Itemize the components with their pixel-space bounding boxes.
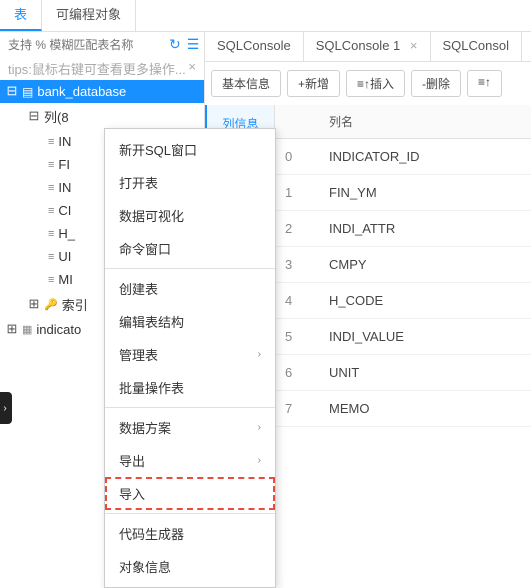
tree-index-label: 索引	[62, 295, 88, 314]
tips-close-icon[interactable]: ×	[188, 59, 196, 78]
menu-new-sql[interactable]: 新开SQL窗口	[105, 133, 275, 166]
td-colname: MEMO	[319, 391, 531, 426]
td-index: 2	[275, 211, 319, 246]
database-icon: ▤	[22, 85, 33, 99]
menu-create-table[interactable]: 创建表	[105, 272, 275, 305]
key-icon: 🔑	[44, 298, 58, 311]
menu-separator	[105, 407, 275, 408]
console-tab-label: SQLConsole 1	[316, 38, 401, 53]
menu-separator	[105, 268, 275, 269]
filter-icon[interactable]: ☰	[187, 36, 200, 53]
tree-col-label: IN	[58, 134, 71, 149]
console-tab[interactable]: SQLConsole	[205, 32, 304, 61]
td-index: 0	[275, 139, 319, 174]
chevron-right-icon: ›	[258, 349, 261, 360]
menu-object-info[interactable]: 对象信息	[105, 550, 275, 583]
chevron-right-icon: ›	[258, 455, 261, 466]
top-tabs: 表 可编程对象	[0, 0, 531, 32]
close-icon[interactable]: ×	[410, 38, 418, 53]
table-icon: ▦	[22, 323, 32, 336]
console-tabs: SQLConsole SQLConsole 1 × SQLConsol	[205, 32, 531, 62]
th-colname: 列名	[319, 105, 531, 138]
tree-col-label: IN	[58, 180, 71, 195]
table-row[interactable]: 2INDI_ATTR	[275, 211, 531, 247]
tree-col-label: CI	[58, 203, 71, 218]
menu-import[interactable]: 导入	[105, 477, 275, 510]
refresh-icon[interactable]: ↻	[169, 36, 181, 53]
td-colname: UNIT	[319, 355, 531, 390]
menu-edit-struct[interactable]: 编辑表结构	[105, 305, 275, 338]
menu-label: 管理表	[119, 345, 158, 364]
menu-cmd-window[interactable]: 命令窗口	[105, 232, 275, 265]
tree-columns-label: 列(8	[44, 107, 69, 126]
column-icon: ≡	[48, 159, 54, 171]
tree-columns-group[interactable]: ⊟ 列(8	[0, 103, 204, 130]
expand-icon[interactable]: ⊞	[28, 297, 40, 312]
th-index	[275, 105, 319, 138]
tree-other-label: indicato	[36, 322, 81, 337]
menu-export[interactable]: 导出 ›	[105, 444, 275, 477]
tree-col-label: MI	[58, 272, 72, 287]
tips-text: tips:鼠标右键可查看更多操作...	[8, 59, 186, 78]
table-row[interactable]: 5INDI_VALUE	[275, 319, 531, 355]
td-colname: CMPY	[319, 247, 531, 282]
menu-data-plan[interactable]: 数据方案 ›	[105, 411, 275, 444]
tab-programmable[interactable]: 可编程对象	[42, 0, 136, 31]
column-icon: ≡	[48, 251, 54, 263]
tab-tables[interactable]: 表	[0, 0, 42, 31]
sidebar-handle[interactable]: ›	[0, 392, 12, 424]
column-icon: ≡	[48, 205, 54, 217]
td-colname: FIN_YM	[319, 175, 531, 210]
tree-db[interactable]: ⊟ ▤ bank_database	[0, 80, 204, 103]
td-colname: INDI_VALUE	[319, 319, 531, 354]
table-row[interactable]: 4H_CODE	[275, 283, 531, 319]
table-header: 列名	[275, 105, 531, 139]
table-row[interactable]: 3CMPY	[275, 247, 531, 283]
insert-button[interactable]: ≡↑插入	[346, 70, 405, 97]
td-index: 5	[275, 319, 319, 354]
td-index: 6	[275, 355, 319, 390]
td-colname: INDI_ATTR	[319, 211, 531, 246]
menu-data-viz[interactable]: 数据可视化	[105, 199, 275, 232]
basic-info-button[interactable]: 基本信息	[211, 70, 281, 97]
more-button[interactable]: ≡↑	[467, 70, 502, 97]
add-button[interactable]: +新增	[287, 70, 340, 97]
td-index: 1	[275, 175, 319, 210]
td-index: 3	[275, 247, 319, 282]
tree-db-label: bank_database	[37, 84, 126, 99]
td-colname: INDICATOR_ID	[319, 139, 531, 174]
menu-batch-ops[interactable]: 批量操作表	[105, 371, 275, 404]
column-icon: ≡	[48, 136, 54, 148]
menu-label: 数据方案	[119, 418, 171, 437]
context-menu: 新开SQL窗口 打开表 数据可视化 命令窗口 创建表 编辑表结构 管理表 › 批量…	[104, 128, 276, 588]
menu-open-table[interactable]: 打开表	[105, 166, 275, 199]
collapse-icon[interactable]: ⊟	[28, 109, 40, 124]
table-row[interactable]: 1FIN_YM	[275, 175, 531, 211]
tips-row: tips:鼠标右键可查看更多操作... ×	[0, 57, 204, 80]
menu-separator	[105, 513, 275, 514]
td-index: 4	[275, 283, 319, 318]
tree-col-label: FI	[58, 157, 70, 172]
chevron-right-icon: ›	[258, 422, 261, 433]
column-icon: ≡	[48, 228, 54, 240]
console-tab[interactable]: SQLConsole 1 ×	[304, 32, 431, 61]
tree-col-label: UI	[58, 249, 71, 264]
menu-manage-table[interactable]: 管理表 ›	[105, 338, 275, 371]
td-index: 7	[275, 391, 319, 426]
table-row[interactable]: 0INDICATOR_ID	[275, 139, 531, 175]
delete-button[interactable]: -删除	[411, 70, 461, 97]
search-input[interactable]	[8, 38, 163, 52]
action-bar: 基本信息 +新增 ≡↑插入 -删除 ≡↑	[205, 62, 531, 105]
td-colname: H_CODE	[319, 283, 531, 318]
console-tab[interactable]: SQLConsol	[431, 32, 522, 61]
column-icon: ≡	[48, 274, 54, 286]
menu-label: 导出	[119, 451, 145, 470]
tree-col-label: H_	[58, 226, 75, 241]
expand-icon[interactable]: ⊞	[6, 322, 18, 337]
column-icon: ≡	[48, 182, 54, 194]
table-row[interactable]: 7MEMO	[275, 391, 531, 427]
table-row[interactable]: 6UNIT	[275, 355, 531, 391]
columns-table: 列名 0INDICATOR_ID1FIN_YM2INDI_ATTR3CMPY4H…	[275, 105, 531, 522]
collapse-icon[interactable]: ⊟	[6, 84, 18, 99]
